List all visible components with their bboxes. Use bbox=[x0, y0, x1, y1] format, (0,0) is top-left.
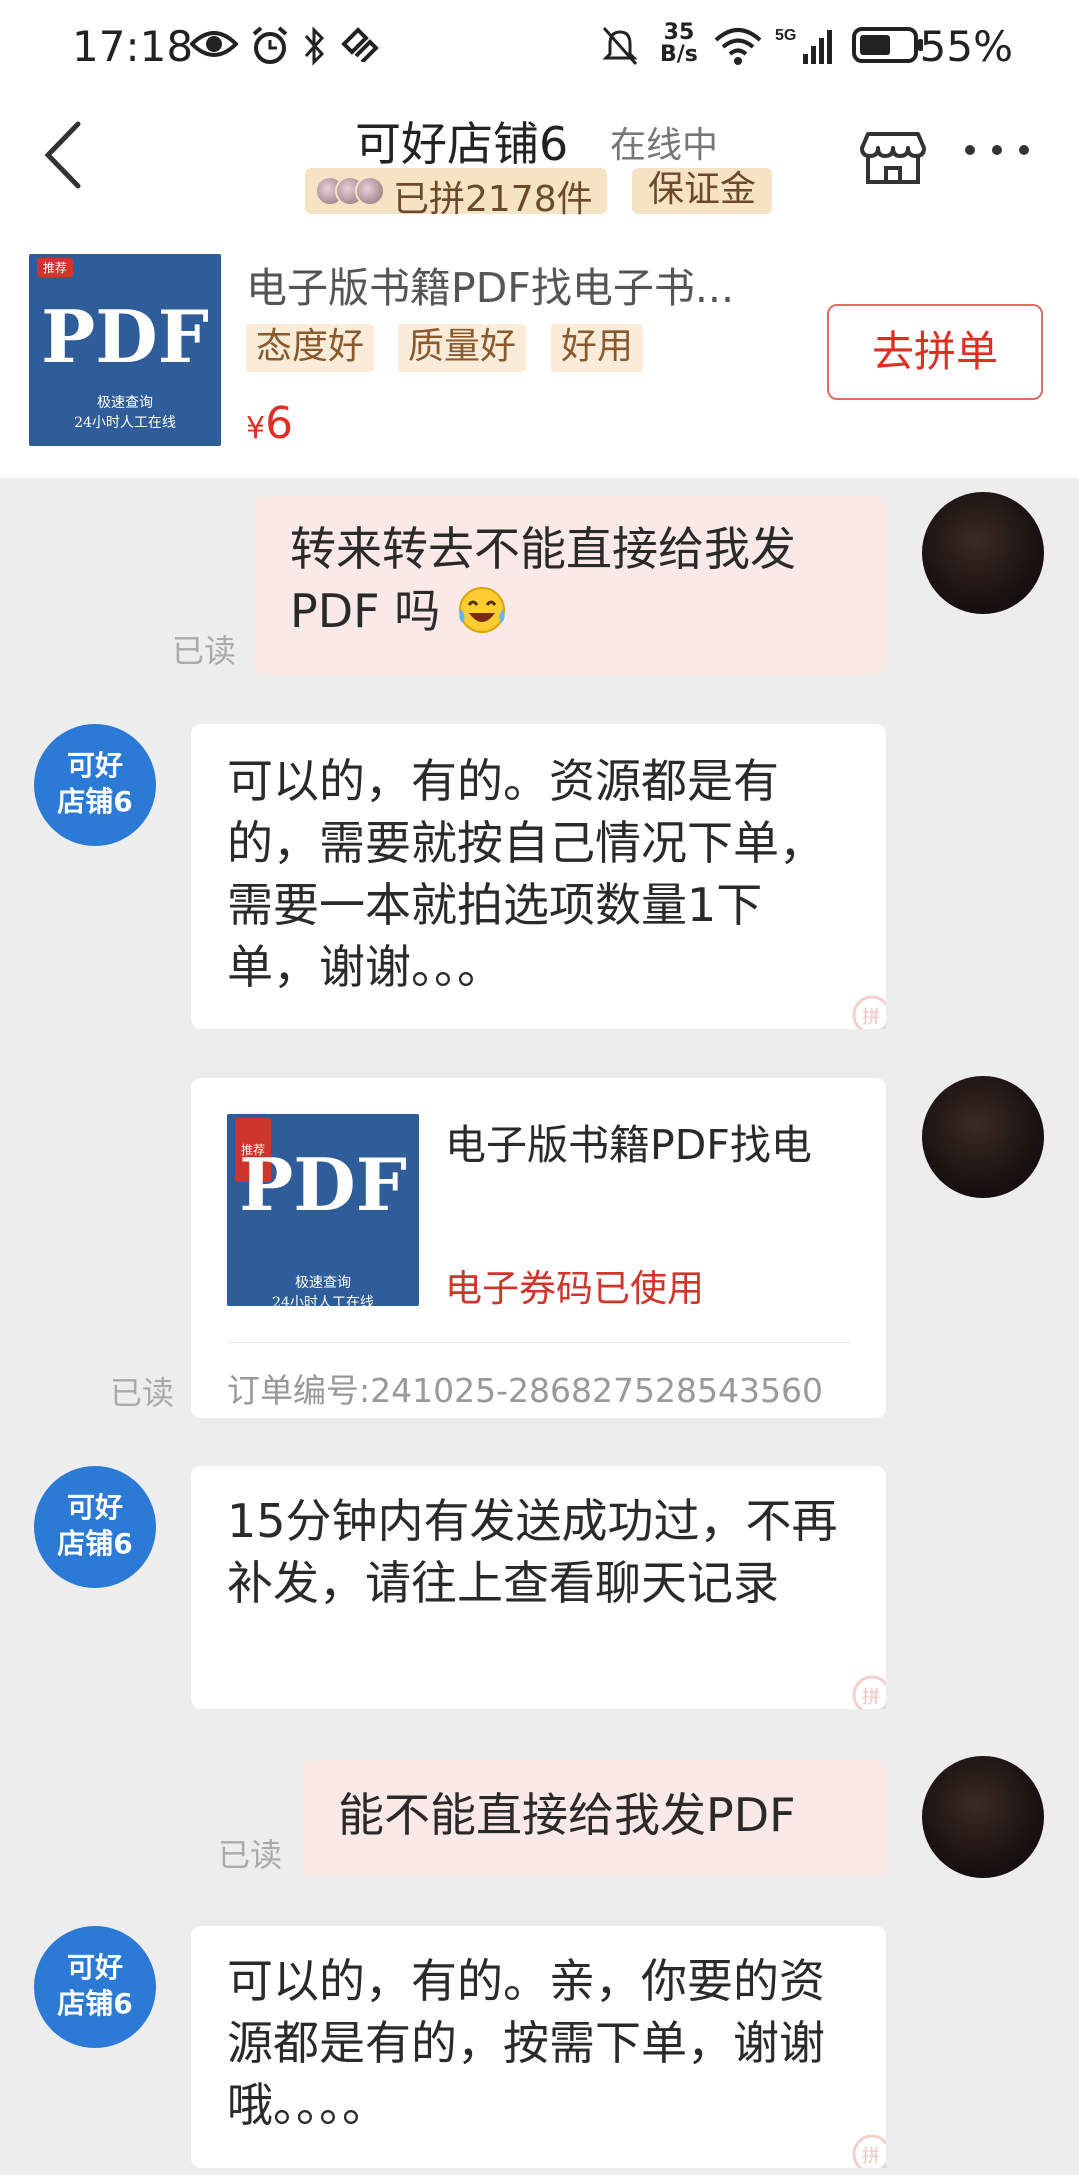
order-number: 订单编号:241025-286827528543560 bbox=[227, 1371, 823, 1410]
eye-icon bbox=[190, 31, 238, 57]
alarm-icon bbox=[252, 26, 288, 64]
more-options-icon[interactable] bbox=[962, 140, 1032, 160]
product-title[interactable]: 电子版书籍PDF找电子书... bbox=[246, 254, 734, 314]
battery-icon bbox=[852, 27, 923, 63]
my-message-bubble[interactable]: 转来转去不能直接给我发 PDF 吗 bbox=[254, 496, 886, 674]
user-avatar[interactable] bbox=[922, 1756, 1044, 1878]
order-product-title: 电子版书籍PDF找电 bbox=[445, 1121, 812, 1169]
svg-text:5G: 5G bbox=[775, 27, 796, 44]
product-price: ¥6 bbox=[246, 398, 294, 449]
back-arrow-icon[interactable] bbox=[38, 110, 98, 200]
user-avatar[interactable] bbox=[922, 492, 1044, 614]
nfc-icon bbox=[341, 27, 379, 62]
chat-header: 可好店铺6 在线中 已拼2178件 保证金 bbox=[0, 90, 1079, 250]
order-divider bbox=[227, 1342, 850, 1343]
read-receipt: 已读 bbox=[172, 632, 237, 670]
mute-icon bbox=[602, 27, 638, 65]
read-receipt: 已读 bbox=[218, 1836, 283, 1874]
order-product-thumbnail: 推荐 PDF 极速查询 24小时人工在线 bbox=[227, 1114, 419, 1306]
user-avatar[interactable] bbox=[922, 1076, 1044, 1198]
shop-avatar[interactable]: 可好 店铺6 bbox=[34, 1466, 156, 1588]
battery-percent: 55% bbox=[919, 22, 1013, 71]
shop-message-bubble[interactable]: 15分钟内有发送成功过，不再补发，请往上查看聊天记录 拼 bbox=[191, 1466, 886, 1709]
order-status: 电子券码已使用 bbox=[445, 1267, 704, 1310]
order-card[interactable]: 推荐 PDF 极速查询 24小时人工在线 电子版书籍PDF找电 电子券码已使用 … bbox=[191, 1078, 886, 1418]
online-status: 在线中 bbox=[610, 125, 719, 166]
my-message-bubble[interactable]: 能不能直接给我发PDF bbox=[302, 1760, 886, 1876]
net-speed: 35 B/s bbox=[660, 20, 698, 67]
group-count-badge: 已拼2178件 bbox=[305, 168, 607, 220]
status-bar: 17:18 35 B/s 5G 55% bbox=[0, 0, 1079, 90]
laughing-crying-emoji-icon bbox=[458, 587, 505, 633]
svg-text:拼: 拼 bbox=[862, 1007, 880, 1028]
pinduoduo-watermark-icon: 拼 bbox=[852, 1675, 886, 1709]
deposit-badge: 保证金 bbox=[632, 168, 772, 214]
pinduoduo-watermark-icon: 拼 bbox=[852, 2134, 886, 2168]
pinduoduo-watermark-icon: 拼 bbox=[852, 995, 886, 1029]
bluetooth-icon bbox=[304, 26, 325, 66]
product-card[interactable]: 推荐 PDF 极速查询 24小时人工在线 电子版书籍PDF找电子书... 态度好… bbox=[0, 250, 1079, 478]
product-tag-useful: 好用 bbox=[551, 324, 644, 372]
shop-avatar[interactable]: 可好 店铺6 bbox=[34, 724, 156, 846]
product-tag-attitude: 态度好 bbox=[246, 324, 375, 372]
product-tag-quality: 质量好 bbox=[398, 324, 527, 372]
buyer-avatars bbox=[315, 176, 390, 206]
wifi-icon bbox=[714, 28, 762, 65]
shop-name[interactable]: 可好店铺6 bbox=[355, 108, 568, 174]
store-icon[interactable] bbox=[858, 120, 928, 190]
svg-text:拼: 拼 bbox=[862, 2146, 880, 2167]
shop-message-bubble[interactable]: 可以的，有的。资源都是有的，需要就按自己情况下单，需要一本就拍选项数量1下单，谢… bbox=[191, 724, 886, 1029]
shop-message-bubble[interactable]: 可以的，有的。亲，你要的资源都是有的，按需下单，谢谢哦。。。。 拼 bbox=[191, 1926, 886, 2168]
svg-text:拼: 拼 bbox=[862, 1687, 880, 1708]
shop-avatar[interactable]: 可好 店铺6 bbox=[34, 1926, 156, 2048]
read-receipt: 已读 bbox=[110, 1374, 175, 1412]
product-thumbnail[interactable]: 推荐 PDF 极速查询 24小时人工在线 bbox=[29, 254, 221, 446]
join-group-button[interactable]: 去拼单 bbox=[827, 304, 1043, 400]
status-time: 17:18 bbox=[72, 22, 194, 71]
signal-5g-icon: 5G bbox=[775, 27, 832, 64]
